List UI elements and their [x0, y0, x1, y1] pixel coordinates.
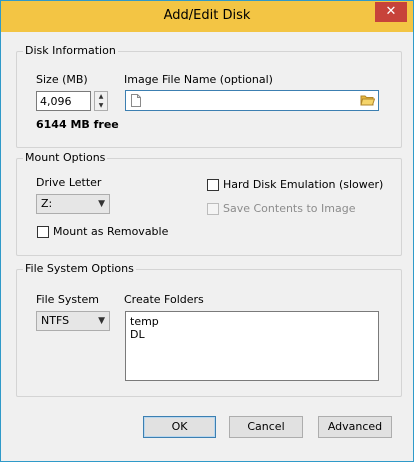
create-folders-label: Create Folders [124, 293, 204, 306]
chevron-down-icon: ▼ [98, 199, 105, 209]
close-button[interactable]: ✕ [375, 2, 407, 22]
folder-icon[interactable] [360, 93, 375, 107]
save-contents-label: Save Contents to Image [223, 202, 356, 215]
drive-letter-label: Drive Letter [36, 176, 102, 189]
file-icon [131, 94, 141, 107]
free-space-text: 6144 MB free [36, 118, 119, 131]
folder-entry: temp [130, 315, 159, 328]
mount-options-label: Mount Options [23, 151, 108, 164]
image-file-label: Image File Name (optional) [124, 73, 273, 86]
ok-button[interactable]: OK [143, 416, 216, 438]
size-label: Size (MB) [36, 73, 88, 86]
mount-removable-checkbox[interactable] [37, 226, 49, 238]
title-bar[interactable]: Add/Edit Disk ✕ [1, 1, 413, 32]
advanced-button[interactable]: Advanced [318, 416, 392, 438]
save-contents-checkbox [207, 203, 219, 215]
cancel-button[interactable]: Cancel [229, 416, 303, 438]
folder-entry: DL [130, 328, 145, 341]
file-system-value: NTFS [41, 314, 70, 327]
hard-disk-emulation-checkbox[interactable] [207, 179, 219, 191]
file-system-label: File System [36, 293, 99, 306]
drive-letter-value: Z: [41, 197, 53, 210]
size-input[interactable]: 4,096 [36, 91, 91, 111]
disk-information-label: Disk Information [23, 44, 118, 57]
mount-removable-text: Mount as Removable [53, 225, 169, 238]
image-file-input[interactable] [125, 90, 379, 111]
create-folders-textarea[interactable]: temp DL [125, 311, 379, 381]
hard-disk-emulation-label[interactable]: Hard Disk Emulation (slower) [223, 178, 383, 191]
dialog-content: Disk Information Size (MB) 4,096 ▲ ▼ 614… [9, 32, 405, 453]
mount-options-group: Mount Options Drive Letter Z: ▼ Mount as… [16, 151, 402, 256]
mount-removable-label[interactable]: Mount as Removable [53, 225, 168, 238]
dialog-title: Add/Edit Disk [163, 8, 251, 23]
chevron-down-icon: ▼ [98, 316, 105, 326]
disk-information-group: Disk Information Size (MB) 4,096 ▲ ▼ 614… [16, 44, 402, 148]
file-system-select[interactable]: NTFS ▼ [36, 311, 110, 331]
file-system-options-group: File System Options File System NTFS ▼ C… [16, 262, 402, 397]
size-stepper[interactable]: ▲ ▼ [94, 91, 108, 111]
stepper-up-icon[interactable]: ▲ [95, 92, 107, 101]
file-system-options-label: File System Options [23, 262, 136, 275]
close-icon: ✕ [385, 4, 397, 19]
drive-letter-select[interactable]: Z: ▼ [36, 194, 110, 214]
stepper-down-icon[interactable]: ▼ [95, 101, 107, 110]
dialog-window: Add/Edit Disk ✕ Disk Information Size (M… [0, 0, 414, 462]
